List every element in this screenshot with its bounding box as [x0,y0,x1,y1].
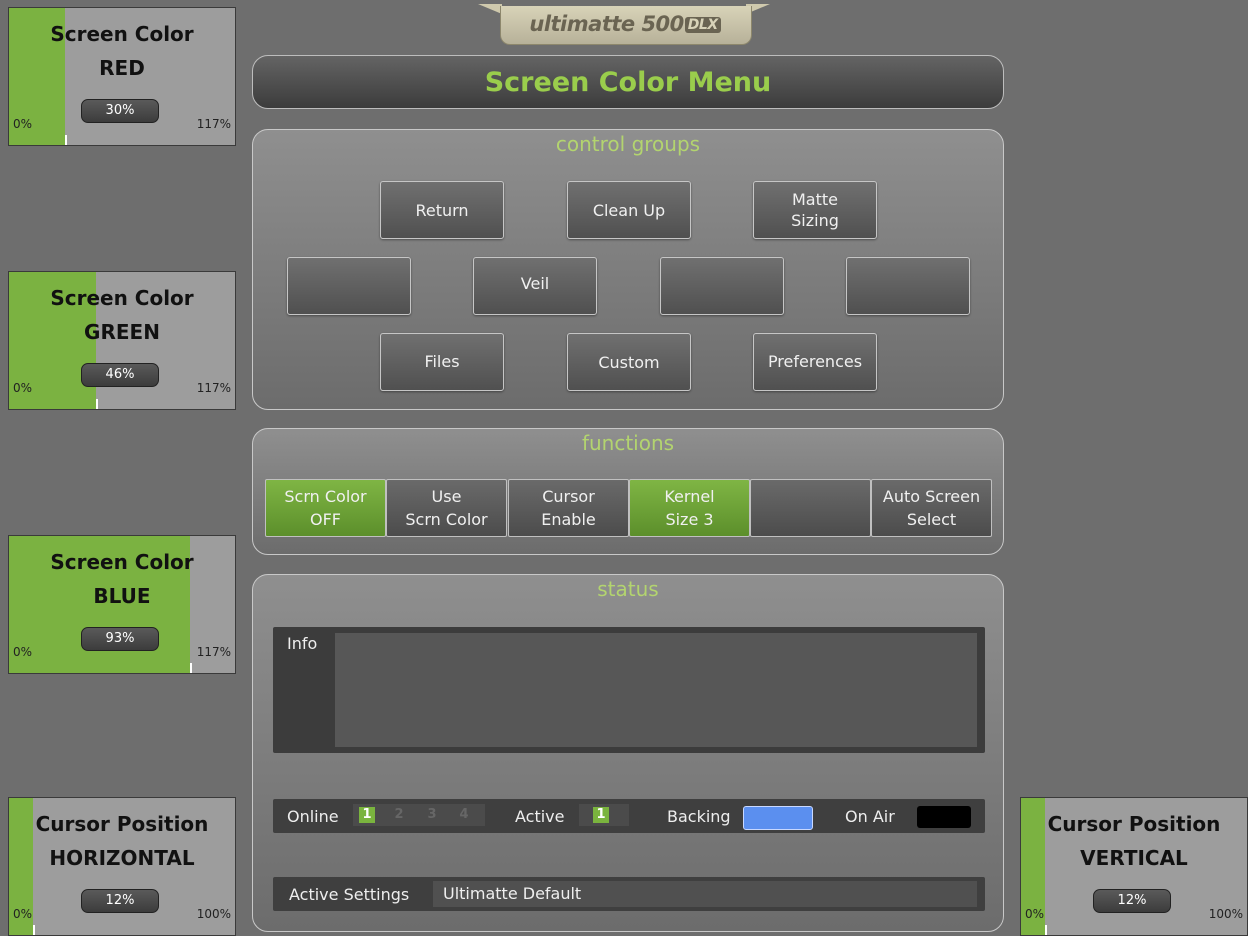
slider-subtitle: GREEN [84,320,160,344]
backing-color-swatch [743,806,813,830]
logo-badge: DLX [684,17,721,33]
preferences-button[interactable]: Preferences [753,333,877,391]
active-settings-label: Active Settings [289,885,410,904]
slider-min-label: 0% [1025,907,1045,921]
slider-value[interactable]: 12% [81,889,159,913]
blank-function-button[interactable] [750,479,871,537]
on-air-label: On Air [845,807,895,826]
blank-button-1[interactable] [287,257,411,315]
slider-title: Screen Color [50,286,194,310]
slider-marker[interactable] [33,925,35,935]
function-label-line1: Scrn Color [284,487,367,506]
function-label-line1: Auto Screen [882,487,981,506]
slider-subtitle: RED [99,56,145,80]
slider-marker[interactable] [1045,925,1047,935]
slider-value[interactable]: 93% [81,627,159,651]
function-label-line1: Cursor [542,487,595,506]
auto-screen-select-button[interactable]: Auto Screen Select [871,479,992,537]
slider-screen-color-red[interactable]: Screen Color RED 0% 30% 117% [8,7,236,146]
slider-min-label: 0% [13,907,33,921]
blank-button-3[interactable] [846,257,970,315]
slider-cursor-vertical[interactable]: Cursor Position VERTICAL 0% 12% 100% [1020,797,1248,936]
ultimatte-logo: ultimatte 500 DLX [478,0,770,45]
slider-max-label: 117% [196,117,231,131]
function-label-line1: Kernel [664,487,715,506]
slider-min-label: 0% [13,645,33,659]
online-indicators: 1 2 3 4 [353,804,485,826]
status-title: status [597,577,659,601]
cursor-enable-button[interactable]: Cursor Enable [508,479,629,537]
menu-title: Screen Color Menu [252,55,1004,109]
veil-button[interactable]: Veil [473,257,597,315]
active-settings-value: Ultimatte Default [433,881,977,907]
matte-sizing-label-line2: Sizing [791,211,839,230]
function-label-line2: Select [906,510,957,529]
slider-min-label: 0% [13,117,33,131]
slider-marker[interactable] [96,399,98,409]
return-button[interactable]: Return [380,181,504,239]
backing-label: Backing [667,807,731,826]
slider-max-label: 117% [196,381,231,395]
slider-cursor-horizontal[interactable]: Cursor Position HORIZONTAL 0% 12% 100% [8,797,236,936]
function-label-line2: Enable [541,510,596,529]
control-groups-title: control groups [555,132,701,156]
kernel-size-button[interactable]: Kernel Size 3 [629,479,750,537]
matte-sizing-button[interactable]: Matte Sizing [753,181,877,239]
online-indicator-3: 3 [427,807,437,822]
function-label-line2: OFF [310,510,341,529]
functions-panel: functions Scrn Color OFF Use Scrn Color Curs… [252,428,1004,555]
control-groups-panel: control groups Return Clean Up Matte Siz… [252,129,1004,410]
online-indicator-4: 4 [459,807,469,822]
slider-value[interactable]: 46% [81,363,159,387]
slider-screen-color-green[interactable]: Screen Color GREEN 0% 46% 117% [8,271,236,410]
active-indicator: 1 [593,807,609,823]
online-label: Online [287,807,339,826]
slider-subtitle: HORIZONTAL [49,846,195,870]
scrn-color-off-button[interactable]: Scrn Color OFF [265,479,386,537]
online-indicator-2: 2 [394,807,404,822]
active-settings-row: Active Settings Ultimatte Default [273,877,985,911]
info-box: Info [273,627,985,753]
info-label: Info [287,634,318,653]
slider-subtitle: VERTICAL [1080,846,1188,870]
slider-value[interactable]: 30% [81,99,159,123]
clean-up-button[interactable]: Clean Up [567,181,691,239]
status-panel: status Info Online 1 2 3 4 Active 1 Back… [252,574,1004,932]
status-row: Online 1 2 3 4 Active 1 Backing On Air [273,799,985,833]
blank-button-2[interactable] [660,257,784,315]
matte-sizing-label-line1: Matte [792,190,838,209]
active-indicator-box: 1 [579,804,629,826]
slider-marker[interactable] [65,135,67,145]
functions-title: functions [581,431,675,455]
slider-title: Cursor Position [1047,812,1221,836]
use-scrn-color-button[interactable]: Use Scrn Color [386,479,507,537]
function-label-line2: Scrn Color [405,510,488,529]
slider-screen-color-blue[interactable]: Screen Color BLUE 0% 93% 117% [8,535,236,674]
slider-min-label: 0% [13,381,33,395]
custom-button[interactable]: Custom [567,333,691,391]
slider-marker[interactable] [190,663,192,673]
on-air-indicator [917,806,971,828]
function-label-line2: Size 3 [665,510,714,529]
slider-max-label: 100% [196,907,231,921]
slider-title: Screen Color [50,550,194,574]
slider-title: Cursor Position [35,812,209,836]
slider-subtitle: BLUE [93,584,151,608]
slider-max-label: 100% [1208,907,1243,921]
slider-value[interactable]: 12% [1093,889,1171,913]
files-button[interactable]: Files [380,333,504,391]
logo-text: ultimatte 500 [529,12,684,36]
slider-title: Screen Color [50,22,194,46]
info-text-area [335,633,977,747]
slider-max-label: 117% [196,645,231,659]
online-indicator-1: 1 [359,807,375,823]
function-label-line1: Use [431,487,462,506]
active-label: Active [515,807,565,826]
